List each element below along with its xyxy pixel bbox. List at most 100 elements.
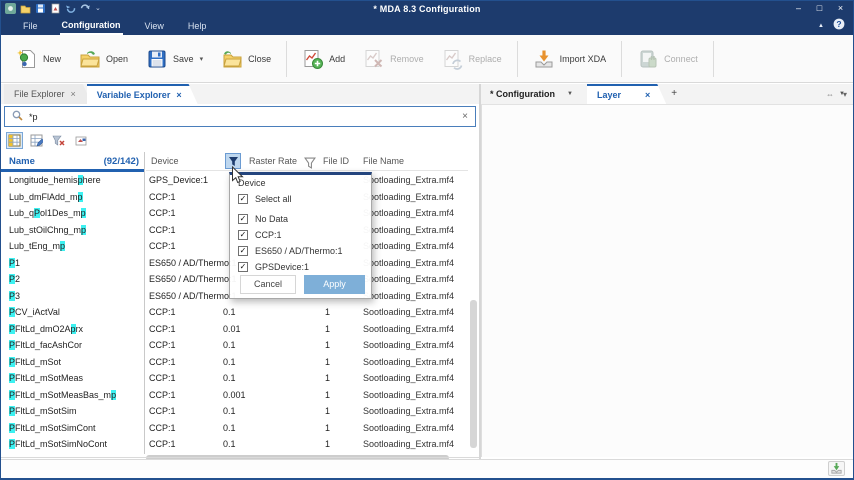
column-header-raster-rate[interactable]: Raster Rate — [249, 152, 297, 171]
save-floppy-icon — [146, 48, 168, 70]
status-bar — [1, 459, 853, 478]
cancel-button[interactable]: Cancel — [240, 275, 296, 294]
table-row[interactable]: PFltLd_facAshCorCCP:10.11Sootloading_Ext… — [1, 337, 467, 354]
table-row[interactable]: PFltLd_mSotSimNoContCCP:10.11Sootloading… — [1, 436, 467, 453]
table-row[interactable]: PFltLd_mSotCCP:10.11Sootloading_Extra.mf… — [1, 354, 467, 371]
close-file-explorer-icon[interactable]: × — [71, 84, 76, 104]
svg-text:?: ? — [836, 19, 841, 29]
cell-raster-rate: 0.1 — [223, 403, 236, 420]
table-row[interactable]: PFltLd_mSotMeasCCP:10.11Sootloading_Extr… — [1, 370, 467, 387]
cell-device: CCP:1 — [149, 337, 176, 354]
help-icon[interactable]: ? — [833, 17, 845, 35]
table-row[interactable]: PCV_iActValCCP:10.11Sootloading_Extra.mf… — [1, 304, 467, 321]
no-data-label: No Data — [255, 214, 288, 224]
cell-device: CCP:1 — [149, 189, 176, 206]
minimize-button[interactable]: – — [788, 1, 809, 16]
no-data-checkbox[interactable]: ✓ — [238, 214, 248, 224]
filter-option-ccp-1[interactable]: ✓CCP:1 — [238, 228, 282, 241]
cell-file-name: Sootloading_Extra.mf4 — [363, 189, 454, 206]
ribbon-separator — [517, 41, 518, 77]
add-label: Add — [329, 54, 345, 64]
cell-file-name: Sootloading_Extra.mf4 — [363, 370, 454, 387]
replace-signal-icon — [442, 48, 464, 70]
dock-icon[interactable]: ⇔ — [826, 90, 834, 99]
cell-raster-rate: 0.1 — [223, 337, 236, 354]
cell-device: CCP:1 — [149, 436, 176, 453]
clear-search-icon[interactable]: × — [462, 112, 468, 122]
raster-rate-filter-icon[interactable] — [304, 156, 316, 168]
apply-button[interactable]: Apply — [304, 275, 365, 294]
vertical-scrollbar[interactable] — [470, 300, 477, 448]
save-label: Save — [173, 54, 194, 64]
window-title: * MDA 8.3 Configuration — [1, 1, 853, 17]
add-layer-button[interactable]: + — [661, 84, 687, 104]
variable-view-toolbar — [6, 132, 89, 149]
panel-dropdown-icon[interactable]: ▼ — [839, 84, 845, 104]
cell-file-name: Sootloading_Extra.mf4 — [363, 403, 454, 420]
remove-signal-icon — [363, 48, 385, 70]
open-folder-icon — [79, 48, 101, 70]
options-icon[interactable] — [72, 132, 89, 149]
tab-file-explorer[interactable]: File Explorer× — [4, 84, 92, 104]
configuration-tab[interactable]: * Configuration ▼ — [482, 84, 581, 104]
cell-file-id: 1 — [325, 403, 330, 420]
close-folder-icon — [221, 48, 243, 70]
menu-view[interactable]: View — [143, 17, 166, 35]
configuration-dropdown-icon[interactable]: ▼ — [567, 84, 573, 104]
save-dropdown-icon[interactable]: ▾ — [200, 55, 204, 63]
close-button[interactable]: Close — [221, 41, 271, 77]
add-button[interactable]: Add — [302, 41, 345, 77]
search-box: × — [4, 106, 476, 127]
cell-name: PFltLd_mSotMeasBas_mp — [9, 387, 116, 404]
import-xda-button[interactable]: Import XDA — [533, 41, 607, 77]
clear-filter-icon[interactable] — [50, 132, 67, 149]
menu-help[interactable]: Help — [186, 17, 209, 35]
grid-view-icon[interactable] — [6, 132, 23, 149]
close-variable-explorer-icon[interactable]: × — [176, 86, 181, 104]
maximize-button[interactable]: □ — [809, 1, 830, 16]
close-label: Close — [248, 54, 271, 64]
cell-name: Lub_qPol1Des_mp — [9, 205, 86, 222]
new-button[interactable]: New — [16, 41, 61, 77]
ribbon-separator — [286, 41, 287, 77]
open-button[interactable]: Open — [79, 41, 128, 77]
cell-device: CCP:1 — [149, 321, 176, 338]
column-header-file-name[interactable]: File Name — [363, 152, 404, 171]
filter-option-gpsdevice-1[interactable]: ✓GPSDevice:1 — [238, 260, 309, 273]
connect-device-icon — [637, 48, 659, 70]
cell-device: ES650 / AD/Thermo:1 — [149, 271, 237, 288]
cell-file-id: 1 — [325, 420, 330, 437]
close-button[interactable]: × — [830, 1, 851, 16]
filter-option-es650-ad-thermo-1[interactable]: ✓ES650 / AD/Thermo:1 — [238, 244, 343, 257]
cell-name: PFltLd_mSotSimNoCont — [9, 436, 107, 453]
cell-name: Longitude_hemisphere — [9, 172, 101, 189]
menu-configuration[interactable]: Configuration — [60, 17, 123, 35]
filter-option-select-all[interactable]: ✓ Select all — [238, 192, 292, 205]
ccp-1-checkbox[interactable]: ✓ — [238, 230, 248, 240]
select-all-checkbox[interactable]: ✓ — [238, 194, 248, 204]
table-row[interactable]: PFltLd_mSotSimContCCP:10.11Sootloading_E… — [1, 420, 467, 437]
table-row[interactable]: PFltLd_mSotMeasBas_mpCCP:10.0011Sootload… — [1, 387, 467, 404]
column-header-device[interactable]: Device — [151, 152, 179, 171]
search-input[interactable] — [29, 112, 456, 122]
tab-layer[interactable]: Layer × — [587, 84, 666, 104]
cell-device: CCP:1 — [149, 354, 176, 371]
tab-variable-explorer[interactable]: Variable Explorer× — [87, 84, 198, 104]
close-layer-tab-icon[interactable]: × — [645, 86, 650, 104]
gpsdevice-1-checkbox[interactable]: ✓ — [238, 262, 248, 272]
cell-device: ES650 / AD/Thermo:1 — [149, 255, 237, 272]
cell-file-id: 1 — [325, 321, 330, 338]
connect-status-icon[interactable] — [828, 461, 845, 476]
menu-file[interactable]: File — [21, 17, 40, 35]
table-row[interactable]: PFltLd_dmO2AprxCCP:10.011Sootloading_Ext… — [1, 321, 467, 338]
es650-ad-thermo-1-checkbox[interactable]: ✓ — [238, 246, 248, 256]
filter-option-no-data[interactable]: ✓ No Data — [238, 212, 288, 225]
table-row[interactable]: PFltLd_mSotSimCCP:10.11Sootloading_Extra… — [1, 403, 467, 420]
column-header-file-id[interactable]: File ID — [323, 152, 349, 171]
cell-raster-rate: 0.1 — [223, 436, 236, 453]
cell-device: ES650 / AD/Thermo:1 — [149, 288, 237, 305]
collapse-ribbon-icon[interactable]: ▲ — [818, 23, 824, 29]
grid-edit-icon[interactable] — [28, 132, 45, 149]
save-button[interactable]: Save ▾ — [146, 41, 203, 77]
header-underline — [146, 170, 468, 171]
